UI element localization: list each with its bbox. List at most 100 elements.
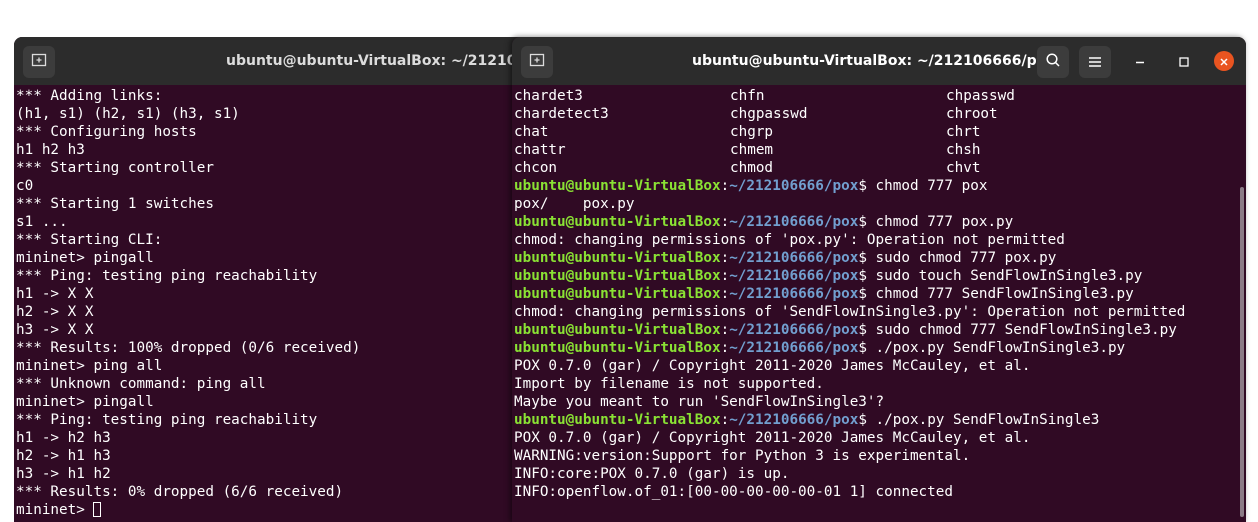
- hamburger-menu-icon: [1088, 53, 1102, 72]
- terminal-line: *** Ping: testing ping reachability: [16, 268, 318, 284]
- ls-entry: chat: [514, 124, 549, 140]
- ls-entry: chgrp: [730, 124, 774, 140]
- scrollbar[interactable]: [1240, 187, 1244, 517]
- command-text: chmod 777 pox.py: [866, 214, 1014, 230]
- prompt-user: ubuntu@ubuntu-VirtualBox: [514, 214, 721, 230]
- prompt-dollar: $: [858, 214, 867, 230]
- ls-output-row: chcon chmod chvt: [514, 159, 1185, 177]
- command-text: sudo touch SendFlowInSingle3.py: [866, 268, 1143, 284]
- terminal-prompt-line: mininet>: [16, 501, 360, 519]
- search-icon: [1045, 52, 1061, 72]
- new-tab-button[interactable]: [23, 46, 55, 78]
- new-tab-button[interactable]: [521, 46, 553, 78]
- prompt-user: ubuntu@ubuntu-VirtualBox: [514, 340, 721, 356]
- ls-entry: chcon: [514, 160, 558, 176]
- close-button[interactable]: [1214, 51, 1234, 71]
- prompt-dollar: $: [858, 268, 867, 284]
- prompt-dollar: $: [858, 250, 867, 266]
- output-line: Import by filename is not supported.: [514, 376, 824, 392]
- ls-entry: chroot: [946, 106, 998, 122]
- ls-output-row: chat chgrp chrt: [514, 123, 1185, 141]
- ls-output-row: chardet3 chfn chpasswd: [514, 87, 1185, 105]
- output-line: chmod: changing permissions of 'SendFlow…: [514, 304, 1186, 320]
- left-titlebar[interactable]: ubuntu@ubuntu-VirtualBox: ~/212106666: [14, 37, 534, 85]
- ls-output-row: chattr chmem chsh: [514, 141, 1185, 159]
- output-line: chmod: changing permissions of 'pox.py':…: [514, 232, 1065, 248]
- prompt-separator: :: [720, 178, 730, 194]
- minimize-icon: [1135, 52, 1145, 71]
- ls-entry: chfn: [730, 88, 765, 104]
- prompt-separator: :: [720, 250, 730, 266]
- output-line: WARNING:version:Support for Python 3 is …: [514, 448, 971, 464]
- new-tab-icon: [31, 52, 47, 72]
- terminal-line: *** Results: 0% dropped (6/6 received): [16, 484, 344, 500]
- prompt-user: ubuntu@ubuntu-VirtualBox: [514, 268, 721, 284]
- prompt-path: ~/212106666/pox: [729, 268, 859, 284]
- close-icon: [1219, 52, 1229, 71]
- ls-entry: chardet3: [514, 88, 583, 104]
- prompt-path: ~/212106666/pox: [729, 412, 859, 428]
- prompt-path: ~/212106666/pox: [729, 340, 859, 356]
- prompt-path: ~/212106666/pox: [729, 286, 859, 302]
- command-line: ubuntu@ubuntu-VirtualBox:~/212106666/pox…: [514, 213, 1185, 231]
- maximize-icon: [1179, 52, 1189, 71]
- prompt-user: ubuntu@ubuntu-VirtualBox: [514, 322, 721, 338]
- right-terminal-output[interactable]: chardet3 chfn chpasswd chardetect3 chgpasswd…: [514, 87, 1185, 501]
- command-line: ubuntu@ubuntu-VirtualBox:~/212106666/pox…: [514, 249, 1185, 267]
- prompt-user: ubuntu@ubuntu-VirtualBox: [514, 178, 721, 194]
- terminal-line: *** Adding links:: [16, 88, 163, 104]
- terminal-line: s1 ...: [16, 214, 68, 230]
- command-text: sudo chmod 777 SendFlowInSingle3.py: [866, 322, 1177, 338]
- terminal-line: h1 h2 h3: [16, 142, 85, 158]
- command-line: ubuntu@ubuntu-VirtualBox:~/212106666/pox…: [514, 411, 1185, 429]
- output-line: Maybe you meant to run 'SendFlowInSingle…: [514, 394, 885, 410]
- prompt-separator: :: [720, 322, 730, 338]
- terminal-line: h2 -> X X: [16, 304, 94, 320]
- ls-entry: chrt: [946, 124, 981, 140]
- right-window-title: ubuntu@ubuntu-VirtualBox: ~/212106666/po…: [692, 53, 1056, 69]
- terminal-line: *** Starting controller: [16, 160, 214, 176]
- menu-button[interactable]: [1079, 46, 1111, 78]
- terminal-line: *** Starting 1 switches: [16, 196, 214, 212]
- prompt-separator: :: [720, 214, 730, 230]
- prompt-path: ~/212106666/pox: [729, 250, 859, 266]
- command-line: ubuntu@ubuntu-VirtualBox:~/212106666/pox…: [514, 321, 1185, 339]
- prompt-separator: :: [720, 340, 730, 356]
- ls-entry: chpasswd: [946, 88, 1015, 104]
- command-line: ubuntu@ubuntu-VirtualBox:~/212106666/pox…: [514, 285, 1185, 303]
- command-text: chmod 777 pox: [866, 178, 988, 194]
- ls-entry: chattr: [514, 142, 566, 158]
- output-line: INFO:openflow.of_01:[00-00-00-00-00-01 1…: [514, 484, 953, 500]
- prompt-dollar: $: [858, 340, 867, 356]
- left-window-title: ubuntu@ubuntu-VirtualBox: ~/212106666: [226, 53, 534, 69]
- prompt-dollar: $: [858, 412, 867, 428]
- prompt-user: ubuntu@ubuntu-VirtualBox: [514, 412, 721, 428]
- cursor: [93, 502, 102, 517]
- right-titlebar[interactable]: ubuntu@ubuntu-VirtualBox: ~/212106666/po…: [512, 37, 1246, 85]
- terminal-line: (h1, s1) (h2, s1) (h3, s1): [16, 106, 240, 122]
- minimize-button[interactable]: [1130, 51, 1150, 71]
- prompt-separator: :: [720, 268, 730, 284]
- terminal-line: c0: [16, 178, 34, 194]
- command-line: ubuntu@ubuntu-VirtualBox:~/212106666/pox…: [514, 339, 1185, 357]
- left-terminal-output[interactable]: *** Adding links: (h1, s1) (h2, s1) (h3, …: [16, 87, 360, 519]
- prompt-separator: :: [720, 286, 730, 302]
- terminal-line: *** Configuring hosts: [16, 124, 197, 140]
- prompt-dollar: $: [858, 178, 867, 194]
- command-text: sudo chmod 777 pox.py: [866, 250, 1057, 266]
- left-terminal-window[interactable]: ubuntu@ubuntu-VirtualBox: ~/212106666 **…: [14, 37, 534, 522]
- command-text: ./pox.py SendFlowInSingle3: [866, 412, 1100, 428]
- output-line: POX 0.7.0 (gar) / Copyright 2011-2020 Ja…: [514, 358, 1031, 374]
- terminal-line: mininet> pingall: [16, 250, 154, 266]
- command-line: ubuntu@ubuntu-VirtualBox:~/212106666/pox…: [514, 267, 1185, 285]
- terminal-line: h3 -> h1 h2: [16, 466, 111, 482]
- ls-entry: chardetect3: [514, 106, 609, 122]
- ls-entry: chmem: [730, 142, 774, 158]
- command-text: chmod 777 SendFlowInSingle3.py: [866, 286, 1134, 302]
- right-terminal-window[interactable]: ubuntu@ubuntu-VirtualBox: ~/212106666/po…: [512, 37, 1246, 522]
- output-line: INFO:core:POX 0.7.0 (gar) is up.: [514, 466, 790, 482]
- prompt-separator: :: [720, 412, 730, 428]
- maximize-button[interactable]: [1174, 51, 1194, 71]
- terminal-line: h1 -> h2 h3: [16, 430, 111, 446]
- search-button[interactable]: [1037, 46, 1069, 78]
